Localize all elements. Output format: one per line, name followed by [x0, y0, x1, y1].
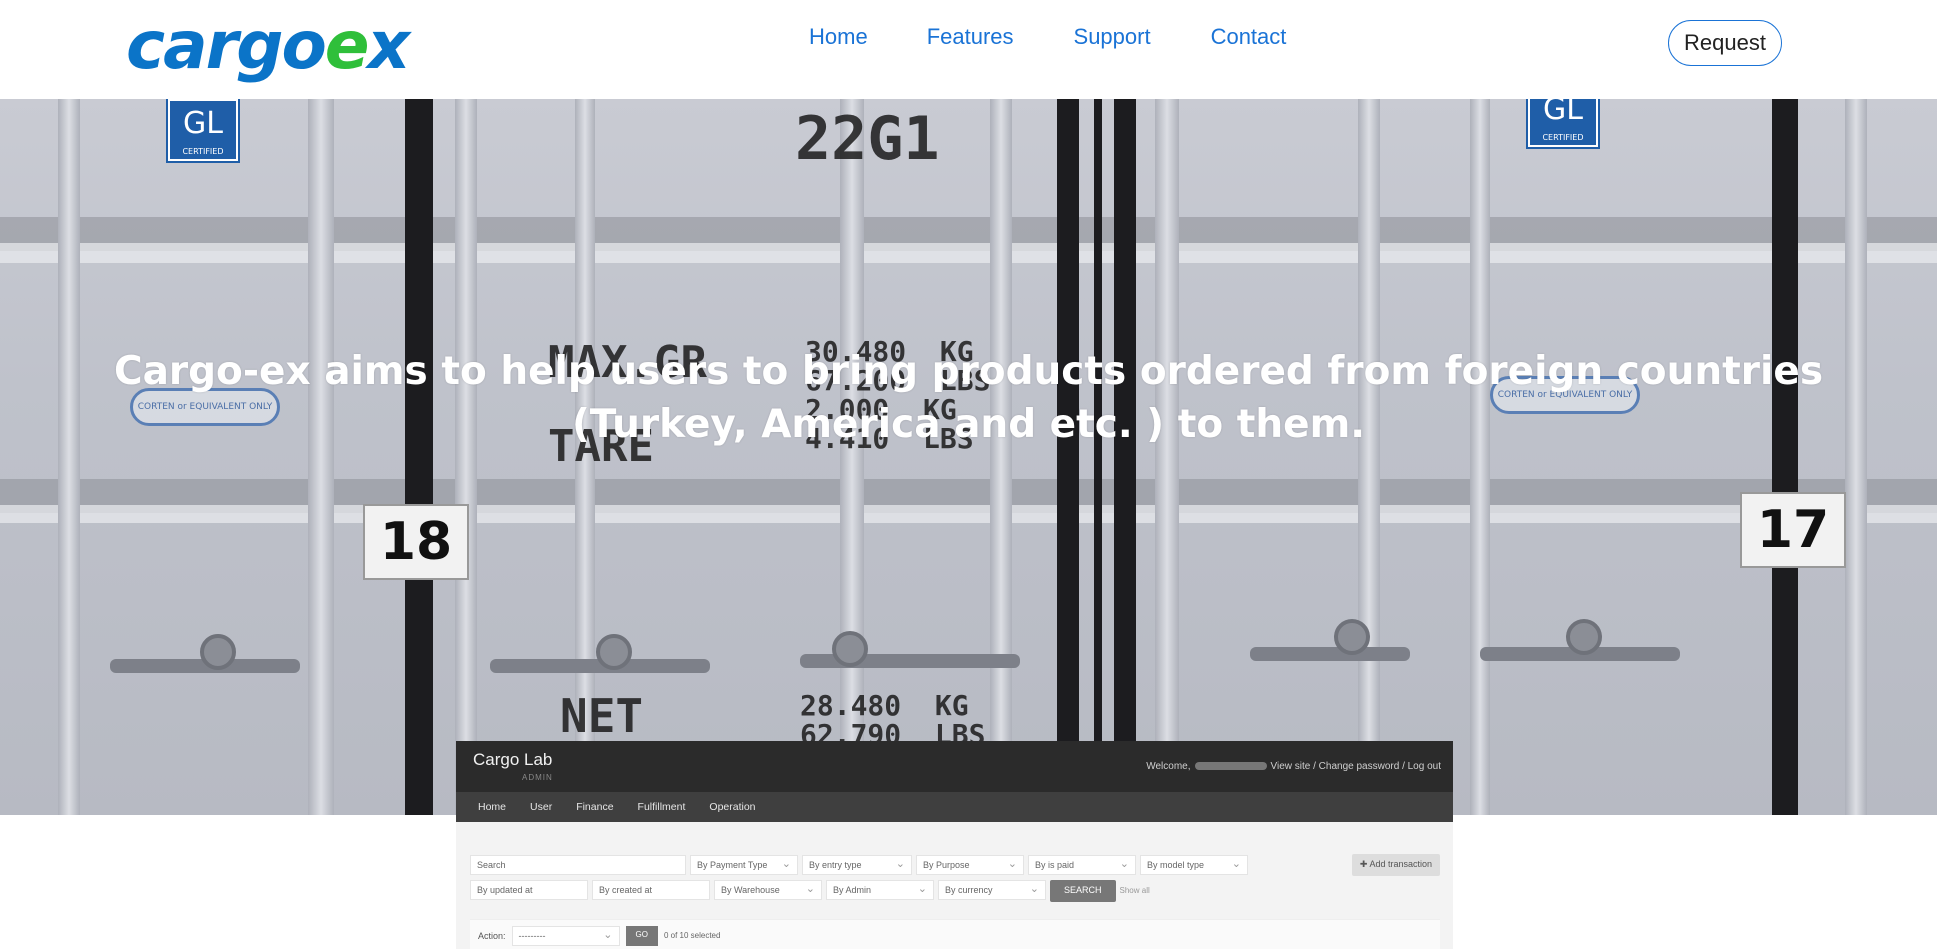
nav-home-link[interactable]: Home	[809, 24, 868, 50]
admin-nav-operation: Operation	[709, 801, 756, 813]
admin-brand: Cargo Lab	[473, 750, 553, 769]
admin-filter: By model type	[1140, 855, 1248, 875]
admin-topbar: Cargo Lab ADMIN Welcome, View site / Chan…	[456, 741, 1453, 792]
gl-certified-badge: GL CERTIFIED	[1526, 99, 1600, 149]
nav-support-link[interactable]: Support	[1074, 24, 1151, 50]
admin-nav-user: User	[530, 801, 553, 813]
door-number-plate: 18	[363, 504, 469, 580]
admin-filter-row: By updated at By created at By Warehouse…	[470, 880, 1150, 902]
admin-filter: By Warehouse	[714, 880, 822, 900]
admin-brand-sub: ADMIN	[522, 773, 553, 782]
main-nav: Home Features Support Contact	[809, 24, 1286, 50]
logo-text-main: cargo	[126, 7, 327, 84]
admin-add-transaction-button: ✚ Add transaction	[1351, 854, 1440, 876]
admin-nav: Home User Finance Fulfillment Operation	[456, 792, 1453, 822]
admin-welcome-text: Welcome,	[1146, 761, 1191, 772]
admin-filter: By Admin	[826, 880, 934, 900]
admin-filter: By created at	[592, 880, 710, 900]
door-number-plate: 17	[1740, 492, 1846, 568]
gl-certified-badge: GL CERTIFIED	[166, 99, 240, 163]
admin-search-button: SEARCH	[1050, 880, 1116, 902]
site-header: cargoex Home Features Support Contact Re…	[0, 0, 1937, 99]
admin-action-label: Action:	[478, 930, 506, 941]
admin-go-button: GO	[625, 925, 658, 946]
hero-headline-line1: Cargo-ex aims to help users to bring pro…	[113, 349, 1824, 394]
hero-headline-line2: (Turkey, America and etc. ) to them.	[571, 402, 1366, 447]
admin-action-bar: Action: --------- GO 0 of 10 selected	[470, 919, 1440, 949]
hero-section: GL CERTIFIED GL CERTIFIED CORTEN or EQUIVA…	[0, 99, 1937, 815]
net-label: NET	[560, 689, 644, 743]
admin-screenshot-preview: Cargo Lab ADMIN Welcome, View site / Chan…	[456, 741, 1453, 949]
redacted-email	[1194, 762, 1267, 771]
admin-filter: By currency	[938, 880, 1046, 900]
admin-user-links: View site / Change password / Log out	[1270, 761, 1441, 772]
cargoex-logo[interactable]: cargoex	[126, 6, 411, 86]
admin-filter: By entry type	[802, 855, 912, 875]
admin-filter-row: Search By Payment Type By entry type By …	[470, 855, 1248, 875]
admin-filter: By Purpose	[916, 855, 1024, 875]
admin-filter: By Payment Type	[690, 855, 798, 875]
request-button[interactable]: Request	[1668, 20, 1782, 66]
admin-nav-fulfillment: Fulfillment	[637, 801, 686, 813]
admin-nav-home: Home	[478, 801, 507, 813]
admin-action-select: ---------	[511, 925, 620, 946]
admin-user-tools: Welcome, View site / Change password / Lo…	[1146, 761, 1441, 772]
admin-filter: By is paid	[1028, 855, 1136, 875]
admin-show-all: Show all	[1119, 886, 1150, 895]
hero-headline: Cargo-ex aims to help users to bring pro…	[0, 345, 1937, 451]
logo-text-tail: x	[367, 7, 411, 84]
admin-filter: By updated at	[470, 880, 588, 900]
nav-contact-link[interactable]: Contact	[1211, 24, 1287, 50]
admin-search-field: Search	[470, 855, 686, 875]
admin-nav-finance: Finance	[576, 801, 614, 813]
logo-text-accent: e	[324, 7, 370, 84]
container-code: 22G1	[795, 104, 940, 174]
nav-features-link[interactable]: Features	[927, 24, 1014, 50]
admin-selected-count: 0 of 10 selected	[663, 931, 721, 940]
